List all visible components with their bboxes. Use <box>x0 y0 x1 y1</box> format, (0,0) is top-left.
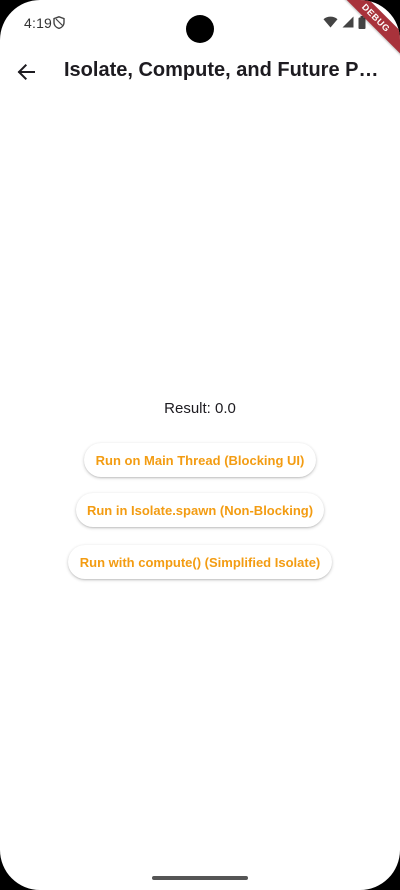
app-screen: 4:19 DEBUG Isolate, Compute, and Future … <box>0 0 400 890</box>
shield-icon <box>53 16 65 29</box>
back-button[interactable] <box>10 56 42 88</box>
result-label: Result: 0.0 <box>164 400 236 417</box>
app-bar: Isolate, Compute, and Future Processing <box>0 44 400 100</box>
status-time: 4:19 <box>24 15 53 31</box>
run-compute-button[interactable]: Run with compute() (Simplified Isolate) <box>68 545 332 579</box>
run-isolate-spawn-button[interactable]: Run in Isolate.spawn (Non-Blocking) <box>76 493 324 527</box>
status-icons <box>323 15 366 29</box>
page-title: Isolate, Compute, and Future Processing <box>64 59 382 81</box>
status-bar: 4:19 DEBUG <box>0 0 400 60</box>
home-indicator[interactable] <box>152 876 248 880</box>
front-camera <box>186 15 214 43</box>
run-main-thread-button[interactable]: Run on Main Thread (Blocking UI) <box>84 443 316 477</box>
signal-icon <box>342 16 354 28</box>
arrow-left-icon <box>17 64 35 80</box>
wifi-icon <box>323 16 338 28</box>
